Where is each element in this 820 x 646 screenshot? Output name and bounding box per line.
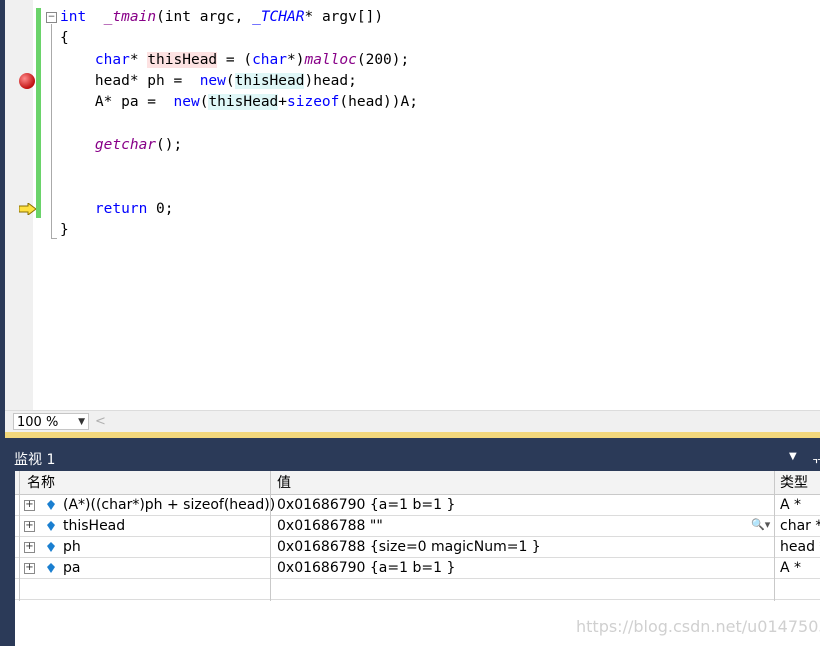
- watch-type-cell[interactable]: char *: [780, 516, 820, 536]
- watch-name-cell[interactable]: (A*)((char*)ph + sizeof(head)): [63, 495, 275, 515]
- code-token: +: [278, 94, 288, 110]
- code-token: 0;: [147, 201, 174, 217]
- watch-type-cell[interactable]: head *: [780, 537, 820, 557]
- column-divider[interactable]: [270, 471, 271, 601]
- watch-type-cell[interactable]: A *: [780, 495, 801, 515]
- watch-value-cell[interactable]: 0x01686788 {size=0 magicNum=1 }: [277, 537, 541, 557]
- code-token: ();: [156, 137, 183, 153]
- code-keyword: char: [94, 52, 130, 68]
- variable-icon: [47, 521, 55, 531]
- code-keyword: sizeof: [287, 94, 340, 110]
- breakpoint-icon[interactable]: [19, 73, 35, 89]
- text-visualizer-icon[interactable]: 🔍▾: [751, 518, 770, 531]
- code-keyword: int: [60, 9, 87, 25]
- code-token: * argv[]): [304, 9, 384, 25]
- code-token: (: [225, 73, 235, 89]
- editor-gutter[interactable]: [5, 0, 37, 410]
- expand-icon[interactable]: +: [24, 563, 35, 574]
- variable-icon: [47, 563, 55, 573]
- variable-icon: [47, 542, 55, 552]
- code-function: _tmain: [103, 9, 157, 25]
- column-header-type[interactable]: 类型: [780, 473, 808, 493]
- watch-type-cell[interactable]: A *: [780, 558, 801, 578]
- code-line[interactable]: {: [60, 28, 69, 49]
- code-keyword: new: [173, 94, 200, 110]
- code-line[interactable]: head* ph = new(thisHead)head;: [60, 71, 357, 92]
- code-token: )head;: [304, 73, 357, 89]
- column-header-value[interactable]: 值: [277, 473, 291, 493]
- watch-window-title: 监视 1: [14, 452, 56, 468]
- column-divider[interactable]: [774, 471, 775, 601]
- expand-icon[interactable]: +: [24, 521, 35, 532]
- code-keyword: new: [199, 73, 226, 89]
- code-line[interactable]: char* thisHead = (char*)malloc(200);: [60, 50, 409, 71]
- outline-guide-end: [51, 238, 57, 239]
- code-token: {: [60, 30, 69, 46]
- code-token: (200);: [356, 52, 410, 68]
- window-menu-dropdown-icon[interactable]: ▼: [789, 451, 797, 462]
- code-function: malloc: [304, 52, 357, 68]
- watch-value-cell[interactable]: 0x01686790 {a=1 b=1 }: [277, 495, 455, 515]
- watch-name-cell[interactable]: pa: [63, 558, 80, 578]
- code-token: = (: [217, 52, 253, 68]
- watch-value-cell[interactable]: 0x01686788 "": [277, 516, 383, 536]
- zoom-dropdown[interactable]: 100 % ▼: [13, 413, 89, 430]
- watch-name-cell[interactable]: thisHead: [63, 516, 125, 536]
- row-selector-divider: [19, 471, 20, 601]
- column-header-name[interactable]: 名称: [27, 473, 55, 493]
- code-keyword: char: [252, 52, 287, 68]
- scroll-left-icon[interactable]: <: [95, 414, 106, 429]
- outline-guide: [51, 24, 52, 238]
- zoom-value: 100 %: [17, 415, 59, 430]
- code-token: (int argc,: [156, 9, 253, 25]
- expand-icon[interactable]: +: [24, 542, 35, 553]
- code-keyword: return: [94, 201, 148, 217]
- code-token: *): [287, 52, 305, 68]
- collapse-toggle-icon[interactable]: −: [46, 12, 57, 23]
- pin-icon[interactable]: ᆩ: [811, 447, 820, 467]
- code-function: getchar: [94, 137, 157, 153]
- watermark-text: https://blog.csdn.net/u014750316: [576, 617, 820, 636]
- code-editor[interactable]: − int _tmain(int argc, _TCHAR* argv[]){ …: [0, 0, 820, 646]
- code-line[interactable]: getchar();: [60, 135, 182, 156]
- variable-icon: [47, 500, 55, 510]
- code-line[interactable]: return 0;: [60, 199, 174, 220]
- current-line-arrow-icon: [19, 203, 37, 215]
- editor-status-bar: 100 % ▼ <: [5, 410, 820, 433]
- watch-name-cell[interactable]: ph: [63, 537, 81, 557]
- code-highlight: thisHead: [208, 94, 279, 110]
- watch-value-cell[interactable]: 0x01686790 {a=1 b=1 }: [277, 558, 455, 578]
- code-line[interactable]: A* pa = new(thisHead+sizeof(head))A;: [60, 92, 418, 113]
- code-token: *: [129, 52, 148, 68]
- row-divider: [15, 599, 820, 600]
- code-line[interactable]: int _tmain(int argc, _TCHAR* argv[]): [60, 7, 383, 28]
- code-type: _TCHAR: [252, 9, 305, 25]
- code-token: head* ph =: [60, 73, 200, 89]
- row-divider: [15, 578, 820, 579]
- change-indicator-bar: [36, 8, 41, 218]
- row-divider: [15, 515, 820, 516]
- watch-window: 监视 1 ▼ ᆩ 名称 值 类型 + (A*)((char*)ph + sizeo…: [5, 438, 820, 646]
- code-line[interactable]: }: [60, 220, 69, 241]
- code-token: A* pa =: [60, 94, 174, 110]
- code-token: }: [60, 222, 69, 238]
- code-highlight: thisHead: [234, 73, 305, 89]
- code-highlight: thisHead: [147, 52, 218, 68]
- chevron-down-icon: ▼: [78, 417, 85, 427]
- expand-icon[interactable]: +: [24, 500, 35, 511]
- grid-header: [15, 471, 820, 495]
- code-token: (head))A;: [339, 94, 418, 110]
